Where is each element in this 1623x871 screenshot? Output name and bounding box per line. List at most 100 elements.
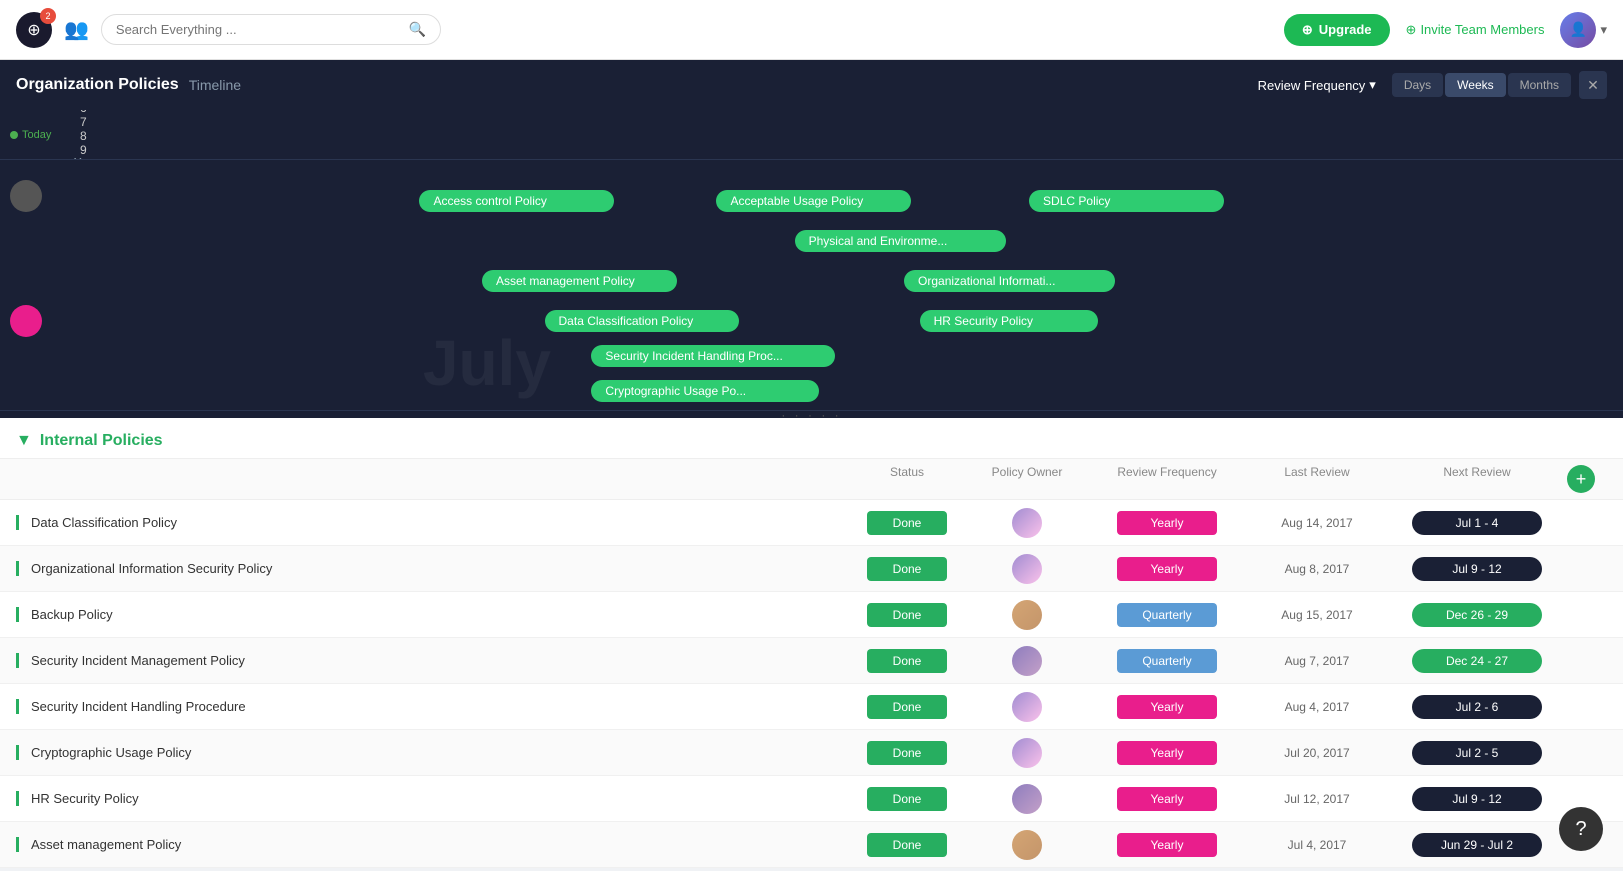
- next-review-cell: Jul 9 - 12: [1387, 557, 1567, 581]
- timeline-dates: Today 2122232425Mon262728293012Mon345678…: [0, 110, 1623, 160]
- user-dropdown-icon[interactable]: ▾: [1600, 22, 1607, 38]
- last-review: Jul 4, 2017: [1247, 838, 1387, 852]
- column-headers: Status Policy Owner Review Frequency Las…: [0, 459, 1623, 500]
- status-cell: Done: [847, 511, 967, 535]
- policy-name[interactable]: HR Security Policy: [16, 791, 847, 806]
- freq-cell: Quarterly: [1087, 603, 1247, 627]
- status-badge: Done: [867, 557, 947, 581]
- gantt-bar[interactable]: Physical and Environme...: [795, 230, 1006, 252]
- view-months-button[interactable]: Months: [1508, 73, 1571, 97]
- next-review-cell: Jul 1 - 4: [1387, 511, 1567, 535]
- avatar[interactable]: 👤: [1560, 12, 1596, 48]
- date-cell: 8: [63, 129, 103, 143]
- view-days-button[interactable]: Days: [1392, 73, 1443, 97]
- gantt-bar[interactable]: Data Classification Policy: [545, 310, 740, 332]
- upgrade-button[interactable]: ⊕ Upgrade: [1284, 14, 1390, 46]
- table-row: Cryptographic Usage Policy Done Yearly J…: [0, 730, 1623, 776]
- help-button[interactable]: ?: [1559, 807, 1603, 851]
- next-review-cell: Dec 26 - 29: [1387, 603, 1567, 627]
- owner-cell: [967, 554, 1087, 584]
- status-badge: Done: [867, 511, 947, 535]
- search-icon: 🔍: [408, 21, 425, 38]
- policy-name[interactable]: Backup Policy: [16, 607, 847, 622]
- status-cell: Done: [847, 833, 967, 857]
- drag-handle[interactable]: · · · · ·: [0, 410, 1623, 418]
- status-badge: Done: [867, 833, 947, 857]
- col-name: [16, 465, 847, 493]
- owner-avatar: [1012, 646, 1042, 676]
- top-nav: ⊕ 2 👥 🔍 ⊕ Upgrade ⊕ Invite Team Members …: [0, 0, 1623, 60]
- gantt-bar[interactable]: Security Incident Handling Proc...: [591, 345, 834, 367]
- status-badge: Done: [867, 695, 947, 719]
- col-add: +: [1567, 465, 1607, 493]
- status-cell: Done: [847, 603, 967, 627]
- owner-cell: [967, 508, 1087, 538]
- freq-badge: Yearly: [1117, 787, 1217, 811]
- policy-name[interactable]: Asset management Policy: [16, 837, 847, 852]
- gantt-bar[interactable]: Access control Policy: [419, 190, 614, 212]
- last-review: Aug 8, 2017: [1247, 562, 1387, 576]
- section-toggle-icon[interactable]: ▼: [16, 432, 32, 450]
- policy-name[interactable]: Security Incident Handling Procedure: [16, 699, 847, 714]
- today-indicator: Today: [10, 129, 51, 141]
- owner-avatar: [1012, 738, 1042, 768]
- team-icon[interactable]: 👥: [64, 17, 89, 42]
- last-review: Aug 14, 2017: [1247, 516, 1387, 530]
- freq-badge: Yearly: [1117, 833, 1217, 857]
- notification-badge: 2: [40, 8, 56, 24]
- status-badge: Done: [867, 603, 947, 627]
- gantt-bar[interactable]: Organizational Informati...: [904, 270, 1115, 292]
- next-review-cell: Jul 2 - 6: [1387, 695, 1567, 719]
- status-cell: Done: [847, 787, 967, 811]
- next-review-badge: Jul 2 - 5: [1412, 741, 1542, 765]
- gantt-bar[interactable]: HR Security Policy: [920, 310, 1099, 332]
- policy-name[interactable]: Data Classification Policy: [16, 515, 847, 530]
- owner-cell: [967, 692, 1087, 722]
- freq-badge: Yearly: [1117, 557, 1217, 581]
- gantt-bar[interactable]: Cryptographic Usage Po...: [591, 380, 818, 402]
- gantt-bar[interactable]: Acceptable Usage Policy: [716, 190, 911, 212]
- section-title: Internal Policies: [40, 432, 163, 450]
- search-box: 🔍: [101, 14, 441, 45]
- policy-name[interactable]: Cryptographic Usage Policy: [16, 745, 847, 760]
- add-policy-button[interactable]: +: [1567, 465, 1595, 493]
- gantt-bar[interactable]: Asset management Policy: [482, 270, 677, 292]
- freq-cell: Yearly: [1087, 695, 1247, 719]
- page-subtitle: Timeline: [189, 77, 241, 93]
- owner-avatar: [1012, 600, 1042, 630]
- timeline-area: Today 2122232425Mon262728293012Mon345678…: [0, 110, 1623, 410]
- status-cell: Done: [847, 649, 967, 673]
- freq-cell: Yearly: [1087, 557, 1247, 581]
- col-owner: Policy Owner: [967, 465, 1087, 493]
- owner-cell: [967, 600, 1087, 630]
- freq-cell: Yearly: [1087, 833, 1247, 857]
- next-review-badge: Jul 9 - 12: [1412, 557, 1542, 581]
- policy-name[interactable]: Security Incident Management Policy: [16, 653, 847, 668]
- invite-button[interactable]: ⊕ Invite Team Members: [1406, 22, 1545, 38]
- owner-avatar: [1012, 692, 1042, 722]
- user-avatar-2: [10, 305, 42, 337]
- freq-cell: Yearly: [1087, 511, 1247, 535]
- last-review: Aug 7, 2017: [1247, 654, 1387, 668]
- next-review-badge: Dec 24 - 27: [1412, 649, 1542, 673]
- month-bg-label: July: [423, 326, 551, 400]
- review-frequency-button[interactable]: Review Frequency ▾: [1258, 77, 1376, 93]
- page-title: Organization Policies: [16, 76, 179, 94]
- view-weeks-button[interactable]: Weeks: [1445, 73, 1505, 97]
- next-review-cell: Jul 2 - 5: [1387, 741, 1567, 765]
- timeline-close-button[interactable]: ✕: [1579, 71, 1607, 99]
- freq-badge: Yearly: [1117, 511, 1217, 535]
- app-logo[interactable]: ⊕ 2: [16, 12, 52, 48]
- next-review-badge: Dec 26 - 29: [1412, 603, 1542, 627]
- date-cell: 9Mon: [63, 143, 103, 160]
- status-badge: Done: [867, 649, 947, 673]
- owner-cell: [967, 738, 1087, 768]
- date-cell: 7: [63, 115, 103, 129]
- search-input[interactable]: [116, 22, 403, 37]
- owner-avatar: [1012, 830, 1042, 860]
- policy-name[interactable]: Organizational Information Security Poli…: [16, 561, 847, 576]
- next-review-badge: Jul 9 - 12: [1412, 787, 1542, 811]
- section-header: ▼ Internal Policies: [0, 418, 1623, 459]
- gantt-bar[interactable]: SDLC Policy: [1029, 190, 1224, 212]
- status-cell: Done: [847, 695, 967, 719]
